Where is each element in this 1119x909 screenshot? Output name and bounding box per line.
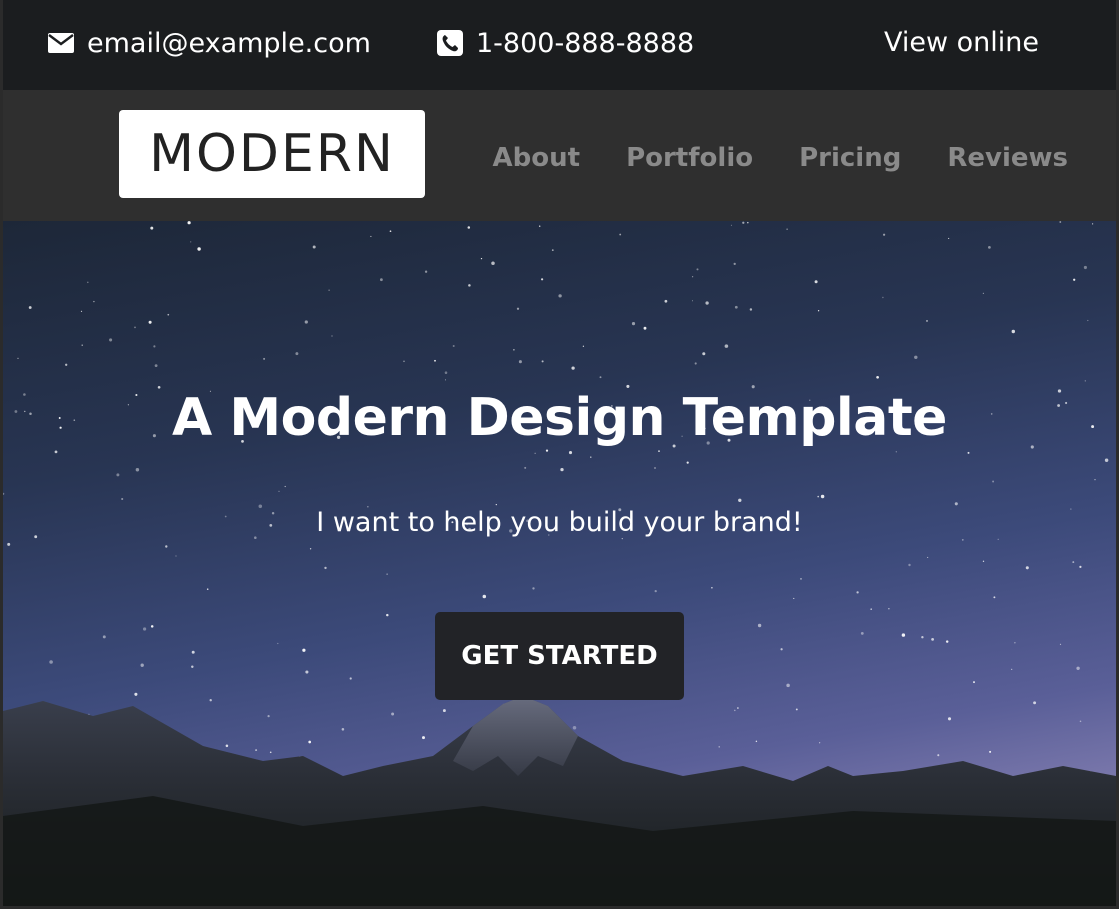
mountain-silhouette — [3, 696, 1116, 906]
nav-link-reviews[interactable]: Reviews — [947, 140, 1068, 176]
hero-title: A Modern Design Template — [172, 388, 947, 448]
phone-contact[interactable]: 1-800-888-8888 — [436, 26, 694, 60]
nav-link-portfolio[interactable]: Portfolio — [626, 140, 753, 176]
phone-text: 1-800-888-8888 — [476, 27, 695, 59]
navbar: MODERN About Portfolio Pricing Reviews — [3, 90, 1116, 221]
contact-bar: email@example.com 1-800-888-8888 View on… — [3, 0, 1116, 90]
phone-icon — [436, 29, 464, 57]
email-text: email@example.com — [87, 27, 371, 59]
hero-subtitle: I want to help you build your brand! — [316, 507, 803, 538]
get-started-button[interactable]: GET STARTED — [435, 612, 684, 700]
nav-link-about[interactable]: About — [493, 140, 581, 176]
email-template: email@example.com 1-800-888-8888 View on… — [0, 0, 1119, 909]
hero-section: A Modern Design Template I want to help … — [3, 221, 1116, 906]
envelope-icon — [47, 29, 75, 57]
email-contact[interactable]: email@example.com — [47, 26, 371, 60]
nav-link-pricing[interactable]: Pricing — [799, 140, 901, 176]
main-nav: About Portfolio Pricing Reviews — [447, 140, 1068, 176]
view-online-link[interactable]: View online — [884, 26, 1039, 60]
logo[interactable]: MODERN — [119, 110, 425, 198]
logo-text: MODERN — [149, 124, 395, 184]
